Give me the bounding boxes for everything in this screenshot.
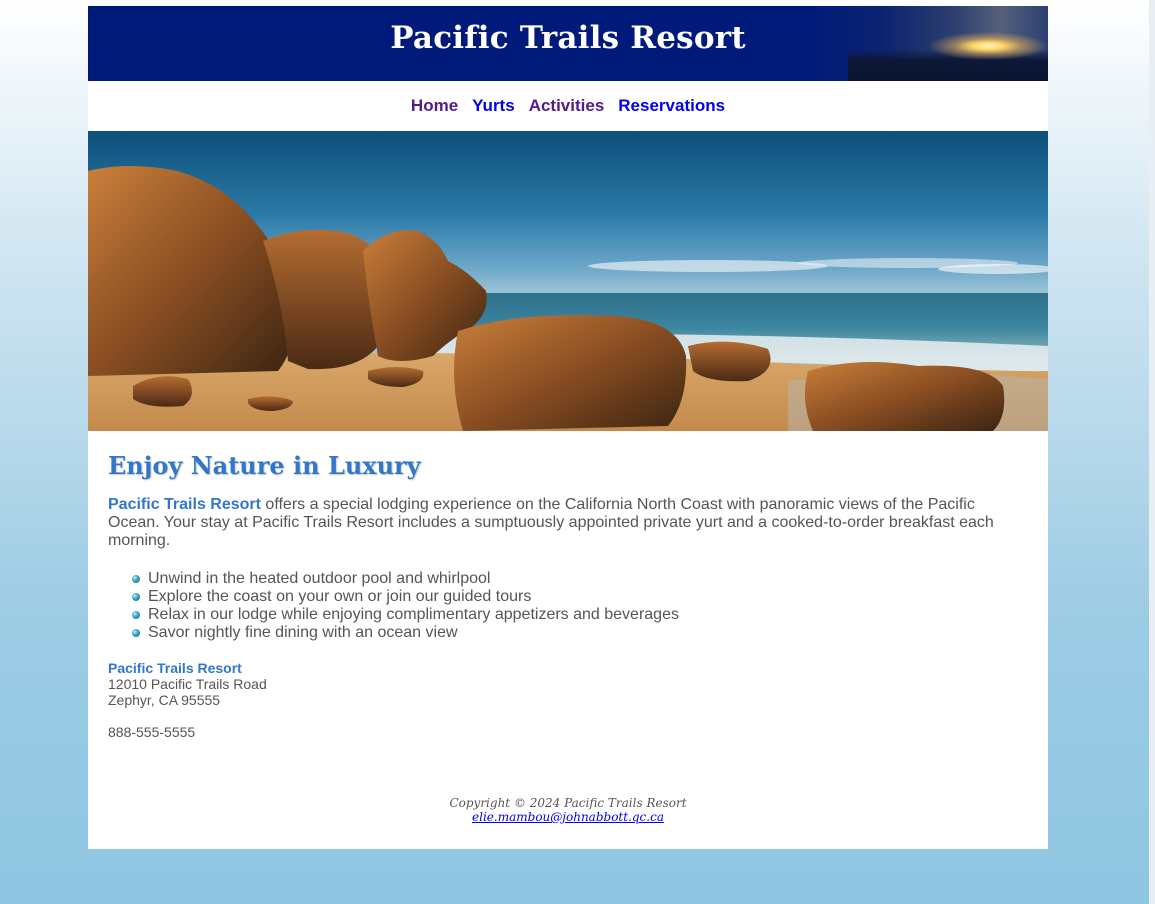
bullet-icon (132, 629, 140, 637)
site-header: Pacific Trails Resort (88, 6, 1048, 81)
page-wrapper: Pacific Trails Resort Home Yurts Activit… (88, 6, 1048, 849)
nav-link-activities[interactable]: Activities (529, 96, 605, 116)
feature-text: Unwind in the heated outdoor pool and wh… (148, 570, 491, 587)
contact-info: Pacific Trails Resort 12010 Pacific Trai… (108, 660, 1028, 740)
contact-name: Pacific Trails Resort (108, 660, 242, 676)
feature-list: Unwind in the heated outdoor pool and wh… (108, 570, 1028, 642)
list-item: Relax in our lodge while enjoying compli… (132, 606, 1028, 624)
email-link[interactable]: elie.mambou@johnabbott.qc.ca (472, 810, 664, 824)
contact-phone: 888-555-5555 (108, 724, 196, 740)
list-item: Unwind in the heated outdoor pool and wh… (132, 570, 1028, 588)
main-content: Enjoy Nature in Luxury Pacific Trails Re… (88, 431, 1048, 740)
list-item: Savor nightly fine dining with an ocean … (132, 624, 1028, 642)
resort-name-highlight: Pacific Trails Resort (108, 496, 261, 513)
nav-link-reservations[interactable]: Reservations (618, 96, 725, 116)
bullet-icon (132, 593, 140, 601)
bullet-icon (132, 611, 140, 619)
page-heading: Enjoy Nature in Luxury (108, 451, 421, 480)
feature-text: Savor nightly fine dining with an ocean … (148, 624, 458, 641)
nav-link-yurts[interactable]: Yurts (472, 96, 515, 116)
feature-text: Explore the coast on your own or join ou… (148, 588, 532, 605)
intro-paragraph: Pacific Trails Resort offers a special l… (108, 496, 1028, 550)
contact-street: 12010 Pacific Trails Road (108, 676, 267, 692)
copyright-text: Copyright © 2024 Pacific Trails Resort (449, 796, 687, 810)
contact-city: Zephyr, CA 95555 (108, 692, 221, 708)
feature-text: Relax in our lodge while enjoying compli… (148, 606, 679, 623)
main-navigation: Home Yurts Activities Reservations (88, 81, 1048, 131)
list-item: Explore the coast on your own or join ou… (132, 588, 1028, 606)
nav-link-home[interactable]: Home (411, 96, 458, 116)
scrollbar-track[interactable] (1149, 0, 1155, 904)
page-footer: Copyright © 2024 Pacific Trails Resort e… (88, 796, 1048, 824)
beach-rocks-image (88, 166, 1048, 431)
site-title: Pacific Trails Resort (390, 20, 746, 56)
hero-image (88, 131, 1048, 431)
bullet-icon (132, 575, 140, 583)
